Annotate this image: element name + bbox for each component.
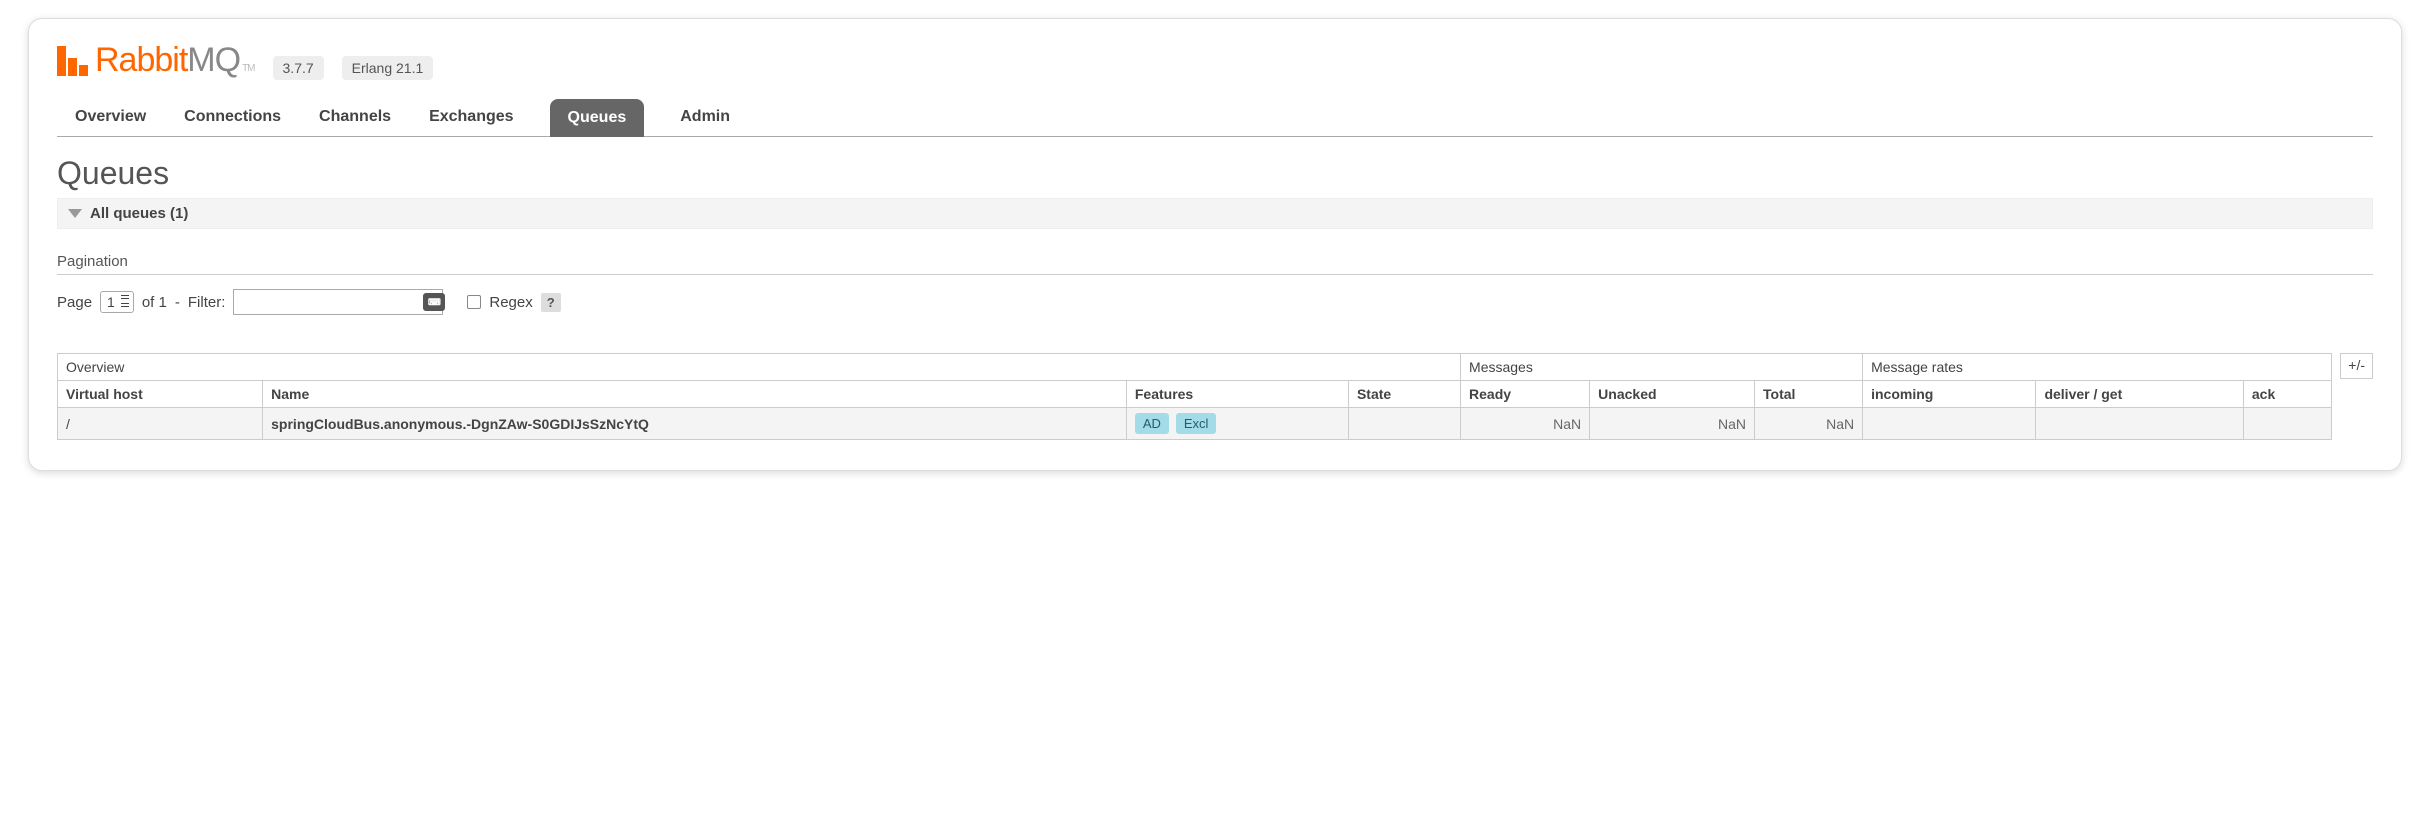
- cell-name[interactable]: springCloudBus.anonymous.-DgnZAw-S0GDIJs…: [263, 408, 1127, 440]
- col-total[interactable]: Total: [1755, 381, 1863, 408]
- divider: [57, 274, 2373, 275]
- col-features: Features: [1126, 381, 1348, 408]
- col-ack[interactable]: ack: [2243, 381, 2331, 408]
- nav-channels[interactable]: Channels: [317, 98, 393, 136]
- filter-label: Filter:: [188, 294, 226, 311]
- section-label: All queues (1): [90, 205, 188, 222]
- logo-text: RabbitMQTM: [95, 41, 255, 80]
- section-toggle-all-queues[interactable]: All queues (1): [57, 198, 2373, 229]
- group-header-rates: Message rates: [1863, 354, 2332, 381]
- cell-unacked: NaN: [1590, 408, 1755, 440]
- page-title: Queues: [57, 155, 2373, 192]
- cell-deliver-get: [2036, 408, 2243, 440]
- cell-vhost: /: [58, 408, 263, 440]
- col-deliver-get[interactable]: deliver / get: [2036, 381, 2243, 408]
- nav-connections[interactable]: Connections: [182, 98, 283, 136]
- nav-admin[interactable]: Admin: [678, 98, 732, 136]
- cell-ack: [2243, 408, 2331, 440]
- version-badge: 3.7.7: [273, 56, 324, 80]
- cell-incoming: [1863, 408, 2036, 440]
- page-of-label: of 1: [142, 294, 167, 311]
- logo: RabbitMQTM: [57, 41, 255, 80]
- col-name[interactable]: Name: [263, 381, 1127, 408]
- feature-chip-ad: AD: [1135, 413, 1169, 434]
- group-header-overview: Overview: [58, 354, 1461, 381]
- cell-features: AD Excl: [1126, 408, 1348, 440]
- erlang-badge: Erlang 21.1: [342, 56, 434, 80]
- col-vhost[interactable]: Virtual host: [58, 381, 263, 408]
- nav-exchanges[interactable]: Exchanges: [427, 98, 515, 136]
- col-unacked[interactable]: Unacked: [1590, 381, 1755, 408]
- group-header-messages: Messages: [1461, 354, 1863, 381]
- regex-label: Regex: [489, 294, 532, 311]
- chevron-down-icon: [68, 209, 82, 218]
- regex-checkbox[interactable]: [467, 295, 481, 309]
- table-row: / springCloudBus.anonymous.-DgnZAw-S0GDI…: [58, 408, 2332, 440]
- regex-help[interactable]: ?: [541, 293, 561, 312]
- pagination-heading: Pagination: [57, 253, 2373, 270]
- page-select[interactable]: 1: [100, 291, 134, 313]
- col-state[interactable]: State: [1348, 381, 1460, 408]
- keyboard-icon: ⌨: [423, 293, 445, 311]
- logo-icon: [57, 46, 87, 76]
- queues-table: Overview Messages Message rates Virtual …: [57, 353, 2332, 440]
- columns-toggle-button[interactable]: +/-: [2340, 353, 2373, 379]
- cell-total: NaN: [1755, 408, 1863, 440]
- cell-ready: NaN: [1461, 408, 1590, 440]
- app-header: RabbitMQTM 3.7.7 Erlang 21.1: [57, 41, 2373, 80]
- pagination-controls: Page 1 of 1 - Filter: ⌨ Regex ?: [57, 289, 2373, 315]
- nav-queues[interactable]: Queues: [550, 99, 645, 137]
- main-nav: Overview Connections Channels Exchanges …: [57, 98, 2373, 137]
- col-incoming[interactable]: incoming: [1863, 381, 2036, 408]
- feature-chip-excl: Excl: [1176, 413, 1217, 434]
- dash: -: [175, 294, 180, 311]
- nav-overview[interactable]: Overview: [73, 98, 148, 136]
- filter-input[interactable]: [233, 289, 443, 315]
- col-ready[interactable]: Ready: [1461, 381, 1590, 408]
- cell-state: [1348, 408, 1460, 440]
- page-label: Page: [57, 294, 92, 311]
